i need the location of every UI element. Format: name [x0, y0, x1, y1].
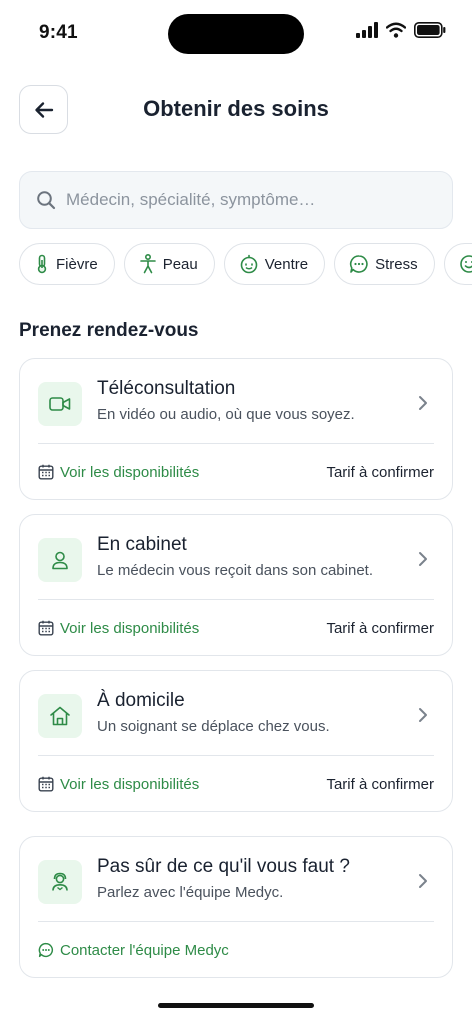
- chevron-right-icon: [419, 708, 427, 722]
- body-icon: [139, 254, 156, 274]
- availability-link[interactable]: Voir les disponibilités: [38, 620, 199, 637]
- chip-fievre[interactable]: Fièvre: [19, 243, 115, 285]
- card-subtitle: Parlez avec l'équipe Medyc.: [97, 884, 284, 901]
- price-label: Tarif à confirmer: [326, 463, 434, 481]
- chip-label: Stress: [375, 255, 418, 273]
- dynamic-island: [168, 14, 304, 54]
- availability-link[interactable]: Voir les disponibilités: [38, 776, 199, 793]
- card-subtitle: Un soignant se déplace chez vous.: [97, 718, 330, 735]
- card-icon: [38, 538, 82, 582]
- calendar-icon: [38, 620, 54, 636]
- video-icon: [49, 397, 71, 411]
- status-bar: 9:41: [0, 0, 472, 70]
- availability-link[interactable]: Voir les disponibilités: [38, 464, 199, 481]
- availability-label: Voir les disponibilités: [60, 619, 200, 637]
- contact-team-link[interactable]: Contacter l'équipe Medyc: [38, 942, 229, 959]
- wifi-icon: [386, 22, 406, 38]
- card-footer: Voir les disponibilités Tarif à confirme…: [38, 444, 434, 500]
- smiley-icon: [459, 255, 472, 273]
- stomach-icon: [240, 254, 258, 274]
- chip-label: Ventre: [264, 255, 309, 273]
- search-input[interactable]: [66, 190, 426, 210]
- availability-label: Voir les disponibilités: [60, 463, 200, 481]
- chevron-right-icon: [419, 874, 427, 888]
- card-teleconsultation: Téléconsultation En vidéo ou audio, où q…: [19, 358, 453, 500]
- availability-label: Voir les disponibilités: [60, 775, 200, 793]
- contact-team-label: Contacter l'équipe Medyc: [60, 941, 229, 959]
- card-title: Pas sûr de ce qu'il vous faut ?: [97, 856, 350, 877]
- card-footer: Voir les disponibilités Tarif à confirme…: [38, 600, 434, 656]
- card-main[interactable]: Pas sûr de ce qu'il vous faut ? Parlez a…: [20, 837, 452, 921]
- chevron-right-icon: [419, 396, 427, 410]
- signal-icon: [356, 22, 378, 38]
- chat-icon: [38, 942, 54, 958]
- home-indicator: [158, 1003, 314, 1008]
- chevron-right-icon: [419, 552, 427, 566]
- price-label: Tarif à confirmer: [326, 619, 434, 637]
- battery-icon: [414, 22, 446, 38]
- support-icon: [52, 872, 68, 891]
- chip-stress[interactable]: Stress: [334, 243, 435, 285]
- calendar-icon: [38, 776, 54, 792]
- card-icon: [38, 694, 82, 738]
- card-footer: Contacter l'équipe Medyc: [38, 922, 434, 978]
- card-icon: [38, 860, 82, 904]
- card-title: À domicile: [97, 690, 185, 711]
- chat-icon: [350, 255, 368, 273]
- card-en-cabinet: En cabinet Le médecin vous reçoit dans s…: [19, 514, 453, 656]
- card-title: En cabinet: [97, 534, 187, 555]
- price-label: Tarif à confirmer: [326, 775, 434, 793]
- chip-peau[interactable]: Peau: [123, 243, 215, 285]
- thermometer-icon: [37, 254, 47, 274]
- card-subtitle: En vidéo ou audio, où que vous soyez.: [97, 406, 355, 423]
- status-time: 9:41: [39, 22, 78, 43]
- section-title: Prenez rendez-vous: [19, 320, 199, 341]
- chip-more[interactable]: [443, 243, 472, 285]
- page-title: Obtenir des soins: [143, 96, 329, 121]
- card-main[interactable]: À domicile Un soignant se déplace chez v…: [20, 671, 452, 755]
- calendar-icon: [38, 464, 54, 480]
- card-main[interactable]: En cabinet Le médecin vous reçoit dans s…: [20, 515, 452, 599]
- chip-ventre[interactable]: Ventre: [223, 243, 326, 285]
- header: Obtenir des soins: [0, 84, 472, 136]
- card-support: Pas sûr de ce qu'il vous faut ? Parlez a…: [19, 836, 453, 978]
- chip-label: Fièvre: [56, 255, 98, 273]
- chip-label: Peau: [162, 255, 198, 273]
- search-box[interactable]: [19, 171, 453, 229]
- home-icon: [50, 706, 70, 726]
- card-title: Téléconsultation: [97, 378, 236, 399]
- person-icon: [52, 551, 68, 570]
- card-icon: [38, 382, 82, 426]
- card-main[interactable]: Téléconsultation En vidéo ou audio, où q…: [20, 359, 452, 443]
- search-icon: [37, 191, 56, 210]
- card-subtitle: Le médecin vous reçoit dans son cabinet.: [97, 562, 373, 579]
- symptom-chips: Fièvre Peau Ventre Stress: [19, 243, 472, 285]
- status-icons: [356, 22, 446, 38]
- card-footer: Voir les disponibilités Tarif à confirme…: [38, 756, 434, 812]
- card-a-domicile: À domicile Un soignant se déplace chez v…: [19, 670, 453, 812]
